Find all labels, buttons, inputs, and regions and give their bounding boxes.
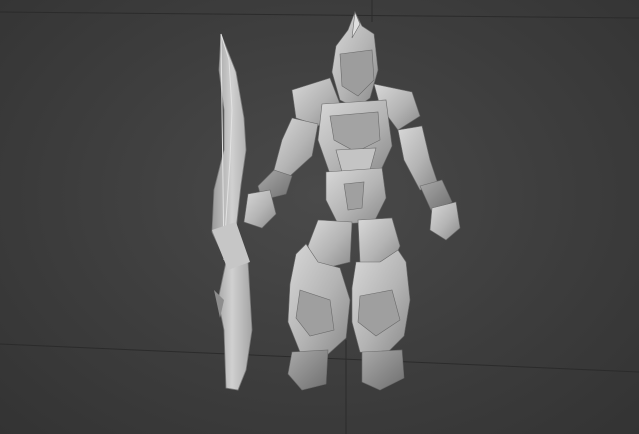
armored-character-model[interactable]: [243, 10, 461, 391]
3d-viewport[interactable]: [0, 0, 639, 434]
grid-line-horizon: [0, 11, 639, 19]
viewport-canvas[interactable]: [0, 0, 639, 434]
